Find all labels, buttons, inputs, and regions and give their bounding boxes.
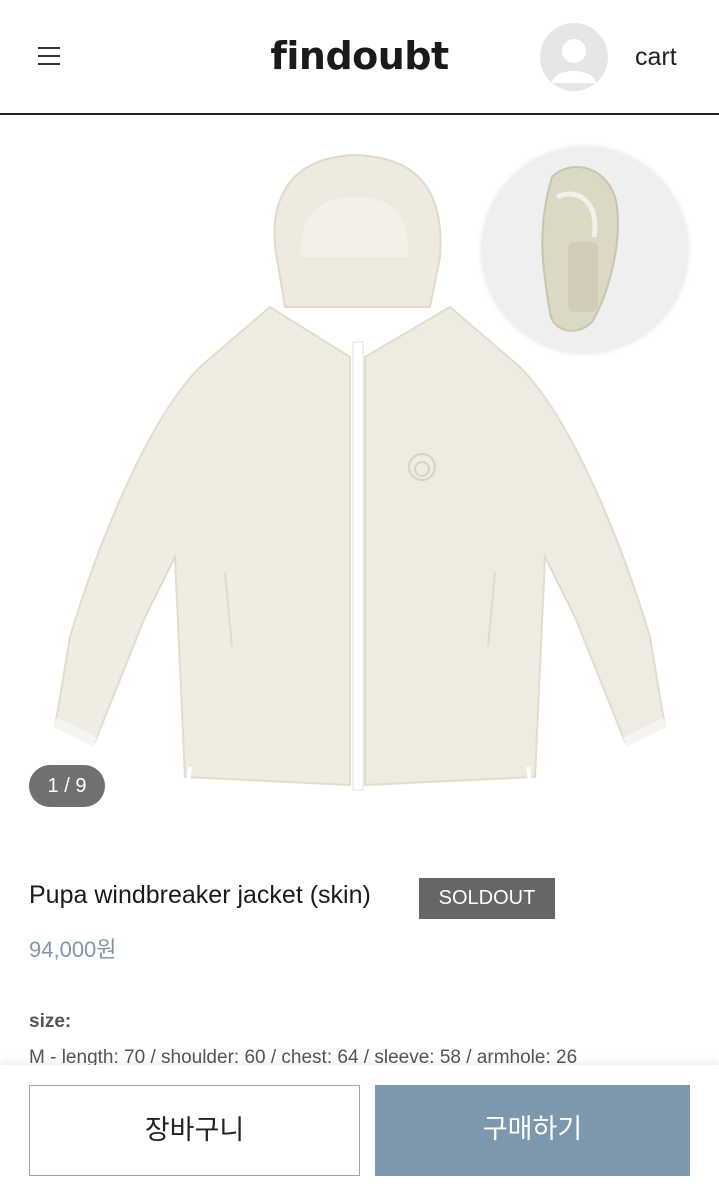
product-inset-image [482, 147, 688, 353]
user-avatar-icon[interactable] [540, 23, 608, 91]
bottom-action-bar: 장바구니 구매하기 [0, 1065, 719, 1200]
size-label: size: [29, 1011, 72, 1032]
image-counter: 1 / 9 [29, 765, 105, 807]
soldout-badge: SOLDOUT [419, 878, 555, 919]
brand-logo: findoubt [0, 34, 719, 78]
cart-link[interactable]: cart [635, 43, 677, 72]
add-to-cart-button[interactable]: 장바구니 [29, 1085, 360, 1176]
brand-logo-link[interactable]: findoubt [270, 34, 449, 78]
product-title: Pupa windbreaker jacket (skin) [29, 881, 371, 909]
product-image-gallery[interactable]: 1 / 9 [0, 117, 719, 837]
site-header: findoubt cart [0, 0, 719, 115]
product-price: 94,000원 [29, 937, 117, 962]
buy-now-button[interactable]: 구매하기 [375, 1085, 690, 1176]
